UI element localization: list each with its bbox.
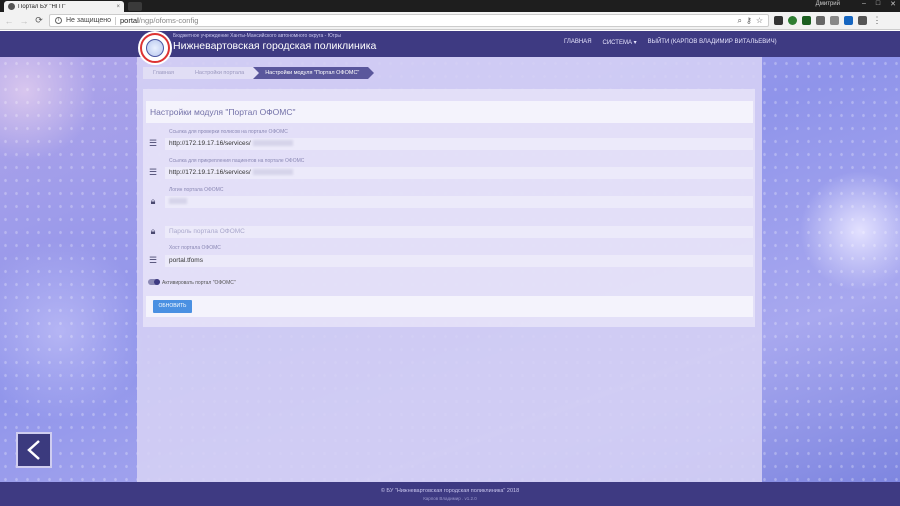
browser-toolbar: ← → ⟳ i Не защищено portal/ngp/ofoms-con… bbox=[0, 12, 900, 30]
patient-attach-url-input[interactable]: http://172.19.17.16/services/ bbox=[165, 167, 753, 179]
server-icon: ☰ bbox=[148, 167, 158, 177]
divider bbox=[115, 16, 116, 25]
redacted-text bbox=[252, 140, 293, 147]
chevron-left-icon bbox=[27, 440, 40, 460]
toggle-label: Активировать портал "ОФОМС" bbox=[162, 280, 236, 286]
host-input[interactable]: portal.tfoms bbox=[165, 255, 753, 267]
forward-arrow-icon[interactable]: → bbox=[19, 16, 29, 26]
reload-icon[interactable]: ⟳ bbox=[34, 15, 44, 26]
field-label: Хост портала ОФОМС bbox=[169, 245, 221, 251]
nav-logout[interactable]: ВЫЙТИ (КАРПОВ ВЛАДИМИР ВИТАЛЬЕВИЧ) bbox=[648, 39, 777, 46]
extension-icon[interactable] bbox=[788, 16, 797, 25]
copyright-text: © БУ "Нижневартовская городская поликлин… bbox=[380, 488, 520, 494]
logo-emblem bbox=[146, 39, 164, 57]
back-arrow-icon[interactable]: ← bbox=[4, 16, 14, 26]
window-controls: – □ ✕ bbox=[862, 0, 896, 8]
address-bar[interactable]: i Не защищено portal/ngp/ofoms-config ⌕ … bbox=[49, 14, 769, 27]
url-path: /ngp/ofoms-config bbox=[138, 16, 199, 25]
lock-icon: 🔒︎ bbox=[150, 196, 156, 206]
policy-check-url-input[interactable]: http://172.19.17.16/services/ bbox=[165, 138, 753, 150]
top-nav: ГЛАВНАЯ СИСТЕМА ▾ ВЫЙТИ (КАРПОВ ВЛАДИМИР… bbox=[564, 39, 777, 46]
extension-icon[interactable] bbox=[816, 16, 825, 25]
field-label: Ссылка для прикрепления пациентов на пор… bbox=[169, 158, 305, 164]
org-subtitle: Бюджетное учреждение Ханты-Мансийского а… bbox=[173, 33, 341, 39]
extension-icon[interactable] bbox=[802, 16, 811, 25]
update-button[interactable]: ОБНОВИТЬ bbox=[153, 300, 192, 313]
redacted-text bbox=[169, 198, 187, 205]
extension-icon[interactable] bbox=[844, 16, 853, 25]
browser-tabstrip: Портал БУ "НГП" × Дмитрий – □ ✕ bbox=[0, 0, 900, 12]
menu-icon[interactable]: ⋮ bbox=[872, 15, 882, 26]
form-actions bbox=[146, 296, 753, 317]
security-status: Не защищено bbox=[66, 17, 111, 24]
server-icon: ☰ bbox=[148, 138, 158, 148]
info-icon[interactable]: i bbox=[55, 17, 62, 24]
author-text: Карпов Владимир . v1.2.0 bbox=[423, 496, 477, 501]
field-label: Ссылка для проверки полисов на портале О… bbox=[169, 129, 288, 135]
minimize-icon[interactable]: – bbox=[862, 0, 866, 8]
settings-card bbox=[143, 89, 755, 327]
url-host: portal bbox=[120, 16, 139, 25]
browser-tab[interactable]: Портал БУ "НГП" × bbox=[4, 1, 124, 12]
tab-close-icon[interactable]: × bbox=[116, 4, 120, 10]
card-title: Настройки модуля "Портал ОФОМС" bbox=[146, 101, 753, 123]
profile-name[interactable]: Дмитрий bbox=[816, 1, 840, 7]
toggle-knob bbox=[154, 279, 160, 285]
server-icon: ☰ bbox=[148, 255, 158, 265]
favicon-icon bbox=[8, 3, 15, 10]
field-label: Логин портала ОФОМС bbox=[169, 187, 224, 193]
maximize-icon[interactable]: □ bbox=[876, 0, 880, 8]
nav-system-dropdown[interactable]: СИСТЕМА ▾ bbox=[603, 39, 637, 46]
breadcrumb: Главная Настройки портала Настройки моду… bbox=[143, 67, 375, 79]
new-tab-button[interactable] bbox=[128, 2, 142, 11]
tab-title: Портал БУ "НГП" bbox=[18, 3, 66, 10]
field-value: http://172.19.17.16/services/ bbox=[169, 169, 251, 176]
close-window-icon[interactable]: ✕ bbox=[890, 0, 896, 8]
nav-home[interactable]: ГЛАВНАЯ bbox=[564, 39, 592, 46]
lock-icon: 🔒︎ bbox=[150, 226, 156, 236]
breadcrumb-portal-settings[interactable]: Настройки портала bbox=[182, 67, 260, 79]
password-input[interactable]: Пароль портала ОФОМС bbox=[165, 226, 753, 238]
extension-icon[interactable] bbox=[858, 16, 867, 25]
clinic-logo[interactable] bbox=[140, 33, 170, 63]
login-input[interactable] bbox=[165, 196, 753, 208]
field-value: http://172.19.17.16/services/ bbox=[169, 140, 251, 147]
extension-icon[interactable] bbox=[830, 16, 839, 25]
extension-icon[interactable] bbox=[774, 16, 783, 25]
url-text[interactable]: portal/ngp/ofoms-config bbox=[120, 16, 733, 25]
breadcrumb-current: Настройки модуля "Портал ОФОМС" bbox=[253, 67, 375, 79]
org-title[interactable]: Нижневартовская городская поликлиника bbox=[173, 40, 376, 52]
key-icon[interactable]: ⚷ bbox=[746, 16, 752, 25]
redacted-text bbox=[252, 169, 293, 176]
star-icon[interactable]: ☆ bbox=[756, 16, 763, 25]
back-button[interactable] bbox=[16, 432, 52, 468]
site-footer bbox=[0, 482, 900, 506]
search-icon[interactable]: ⌕ bbox=[737, 16, 741, 26]
breadcrumb-home[interactable]: Главная bbox=[143, 67, 189, 79]
